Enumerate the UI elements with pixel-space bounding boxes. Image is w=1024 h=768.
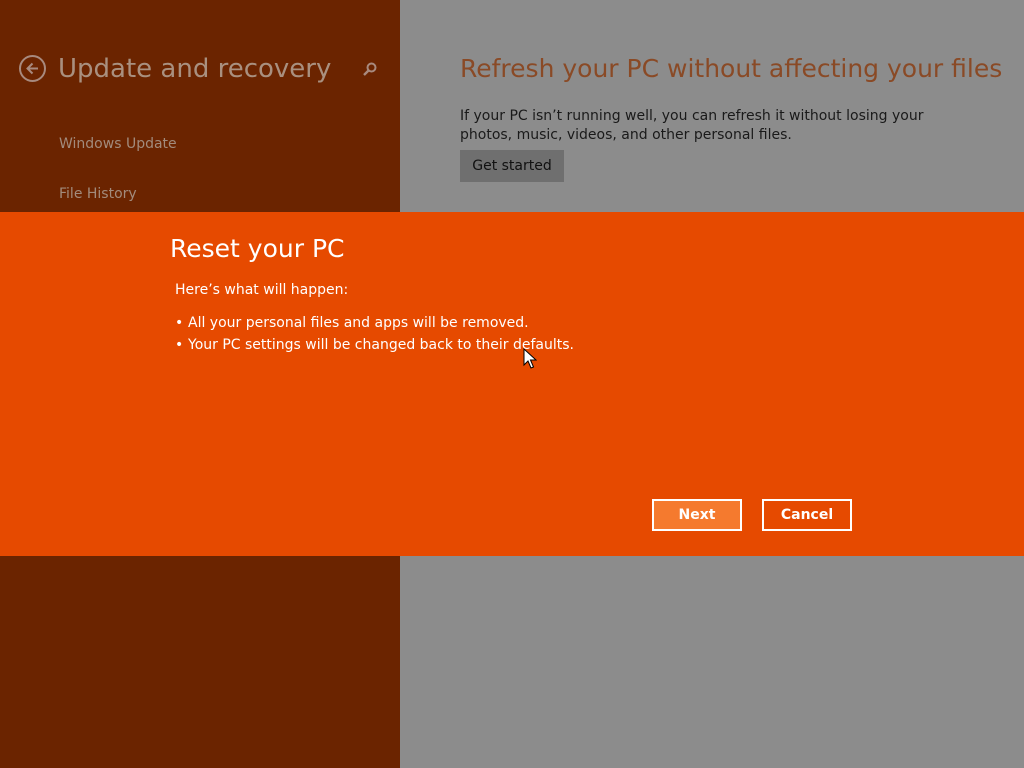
back-arrow-icon [26, 62, 38, 75]
nav-item-file-history[interactable]: File History [59, 186, 137, 202]
next-button[interactable]: Next [652, 499, 742, 531]
refresh-description: If your PC isn’t running well, you can r… [460, 108, 924, 143]
list-item: • Your PC settings will be changed back … [175, 336, 574, 358]
list-item-text: Your PC settings will be changed back to… [188, 337, 574, 353]
list-item: • All your personal files and apps will … [175, 314, 574, 336]
pane-title: Update and recovery [58, 54, 332, 84]
mouse-cursor-icon [523, 348, 537, 369]
list-item-text: All your personal files and apps will be… [188, 315, 529, 331]
search-button[interactable] [361, 61, 379, 79]
dialog-list: • All your personal files and apps will … [175, 314, 574, 358]
dialog-intro: Here’s what will happen: [175, 282, 349, 298]
bullet: • [175, 315, 184, 331]
screen: Update and recovery Windows Update File … [0, 0, 1024, 768]
refresh-title: Refresh your PC without affecting your f… [460, 54, 1003, 83]
bullet: • [175, 337, 184, 353]
cancel-button[interactable]: Cancel [762, 499, 852, 531]
reset-dialog: Reset your PC Here’s what will happen: •… [0, 212, 1024, 556]
back-button[interactable] [19, 55, 46, 82]
nav-item-windows-update[interactable]: Windows Update [59, 136, 177, 152]
search-icon [363, 62, 377, 76]
get-started-button[interactable]: Get started [460, 150, 564, 182]
dialog-title: Reset your PC [170, 234, 345, 263]
